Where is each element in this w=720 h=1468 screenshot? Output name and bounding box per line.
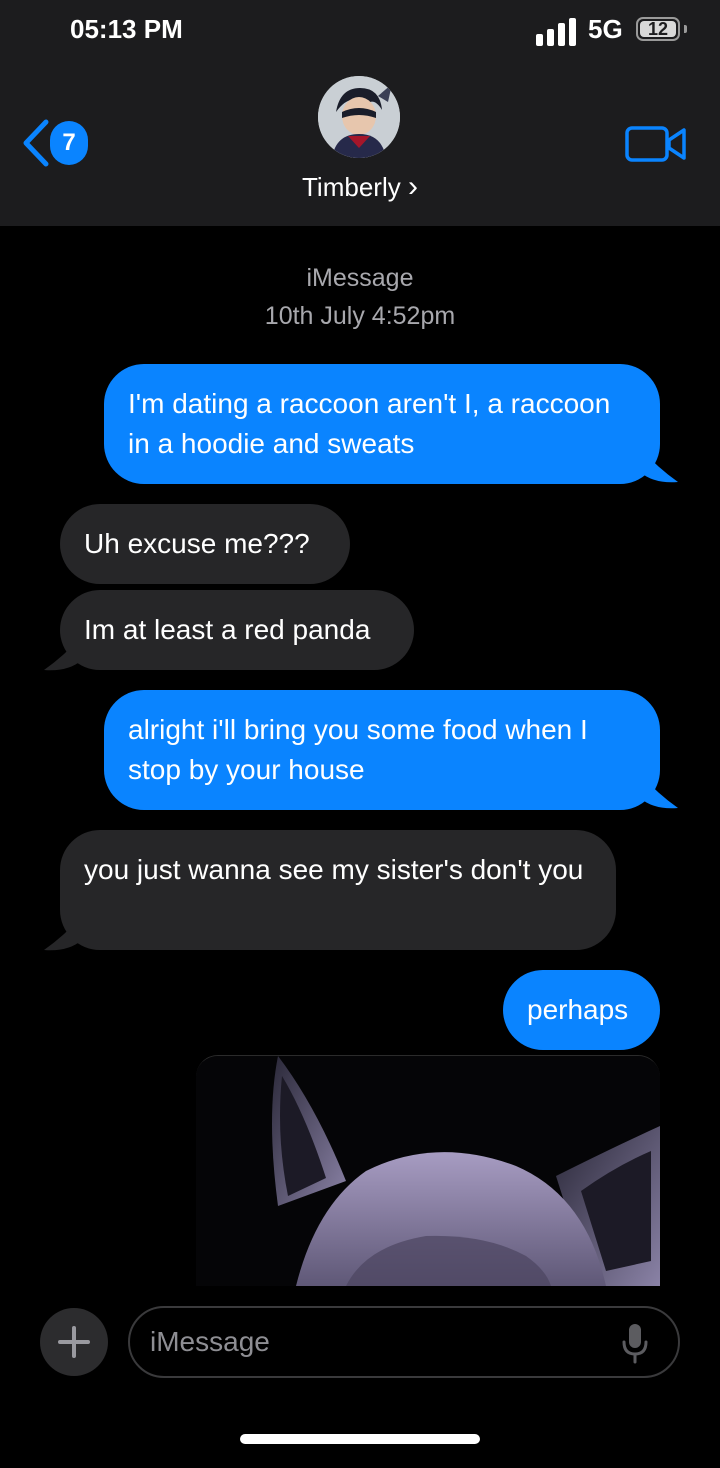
- incoming-message[interactable]: you just wanna see my sister's don't you: [60, 830, 616, 950]
- outgoing-message[interactable]: perhaps: [503, 970, 660, 1050]
- outgoing-message[interactable]: I'm dating a raccoon aren't I, a raccoon…: [104, 364, 660, 484]
- thread-timestamp: 10th July 4:52pm: [264, 302, 456, 330]
- messages-screen: 05:13 PM 5G 12 7 Timberly › iMessage 10t…: [0, 0, 720, 1468]
- service-label: iMessage: [306, 264, 414, 292]
- avatar-illustration-icon: [318, 76, 400, 158]
- apps-plus-button[interactable]: [40, 1308, 108, 1376]
- conversation-header: 05:13 PM 5G 12 7 Timberly ›: [0, 0, 720, 226]
- incoming-message[interactable]: Im at least a red panda: [60, 590, 414, 670]
- message-input-placeholder: iMessage: [150, 1326, 270, 1357]
- bubble-tail: [44, 636, 82, 671]
- battery-icon: 12: [636, 17, 680, 41]
- bubble-tail: [640, 774, 678, 809]
- status-time: 05:13 PM: [70, 14, 183, 44]
- cellular-signal-icon: [536, 18, 576, 46]
- contact-name-button[interactable]: Timberly ›: [0, 170, 720, 204]
- microphone-icon[interactable]: [620, 1322, 650, 1364]
- video-call-icon[interactable]: [624, 124, 688, 164]
- battery-level: 12: [647, 18, 669, 39]
- contact-name: Timberly: [302, 172, 401, 202]
- creature-image: [196, 1056, 660, 1286]
- image-attachment[interactable]: [196, 1055, 660, 1286]
- bubble-tail: [44, 916, 82, 951]
- plus-icon: [58, 1326, 90, 1358]
- outgoing-message[interactable]: alright i'll bring you some food when I …: [104, 690, 660, 810]
- unread-count-badge[interactable]: 7: [50, 121, 88, 165]
- incoming-message[interactable]: Uh excuse me???: [60, 504, 350, 584]
- bubble-tail: [640, 448, 678, 483]
- chevron-right-icon: ›: [407, 170, 418, 203]
- network-type: 5G: [588, 14, 623, 44]
- message-input[interactable]: iMessage: [128, 1306, 680, 1378]
- contact-avatar[interactable]: [318, 76, 400, 158]
- home-indicator[interactable]: [240, 1434, 480, 1444]
- battery-tip: [684, 25, 687, 33]
